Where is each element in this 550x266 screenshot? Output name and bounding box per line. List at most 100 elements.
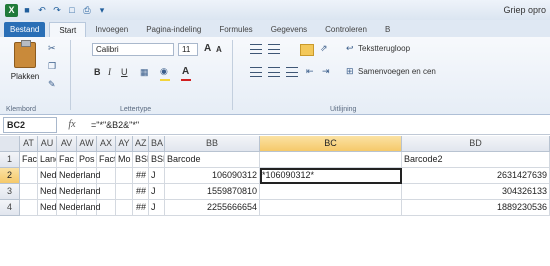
font-color-button[interactable]: A: [182, 66, 189, 77]
active-cell[interactable]: *106090312*: [260, 168, 402, 184]
cell[interactable]: Fac: [57, 152, 77, 168]
cell[interactable]: BSN: [149, 152, 165, 168]
borders-icon[interactable]: ▦: [140, 67, 149, 78]
cell[interactable]: J: [149, 184, 165, 200]
cell[interactable]: Ned: [38, 168, 57, 184]
cell[interactable]: ##: [133, 200, 149, 216]
row-header[interactable]: 3: [0, 184, 20, 200]
cell[interactable]: Ned: [38, 200, 57, 216]
align-right-icon[interactable]: [286, 67, 298, 77]
column-header-av[interactable]: AV: [57, 136, 77, 152]
cell[interactable]: [116, 168, 133, 184]
column-header-bb[interactable]: BB: [165, 136, 260, 152]
print-icon[interactable]: ⎙: [81, 4, 93, 16]
cell[interactable]: [260, 200, 402, 216]
tab-page-layout[interactable]: Pagina-indeling: [137, 22, 210, 37]
cell[interactable]: Fact: [97, 152, 116, 168]
row-header[interactable]: 2: [0, 168, 20, 184]
cell[interactable]: 2255666654: [165, 200, 260, 216]
save-icon[interactable]: ■: [21, 4, 33, 16]
orientation-icon[interactable]: ⇗: [320, 43, 328, 54]
shrink-font-button[interactable]: A: [216, 45, 222, 54]
column-header-ax[interactable]: AX: [97, 136, 116, 152]
cell[interactable]: [260, 184, 402, 200]
cell[interactable]: Lanc: [38, 152, 57, 168]
cut-icon[interactable]: ✂: [48, 43, 56, 54]
cell[interactable]: [20, 184, 38, 200]
empty-area: [0, 216, 550, 266]
cell[interactable]: Pos: [77, 152, 97, 168]
column-header-ba[interactable]: BA: [149, 136, 165, 152]
tab-data[interactable]: Gegevens: [262, 22, 316, 37]
align-top-icon[interactable]: [250, 44, 262, 54]
cell[interactable]: [20, 168, 38, 184]
decrease-indent-icon[interactable]: ⇤: [306, 66, 314, 77]
font-name-select[interactable]: Calibri: [92, 43, 174, 56]
column-header-at[interactable]: AT: [20, 136, 38, 152]
align-center-icon[interactable]: [268, 67, 280, 77]
cell[interactable]: 2631427639: [402, 168, 550, 184]
column-header-bd[interactable]: BD: [402, 136, 550, 152]
tab-formulas[interactable]: Formules: [210, 22, 261, 37]
cell[interactable]: J: [149, 168, 165, 184]
redo-icon[interactable]: ↷: [51, 4, 63, 16]
align-left-icon[interactable]: [250, 67, 262, 77]
customize-icon[interactable]: ▾: [96, 4, 108, 16]
row-header[interactable]: 4: [0, 200, 20, 216]
underline-button[interactable]: U: [121, 67, 128, 77]
align-middle-icon[interactable]: [268, 44, 280, 54]
font-color-swatch: [181, 79, 191, 81]
tab-insert[interactable]: Invoegen: [86, 22, 137, 37]
paste-button[interactable]: Plakken: [6, 40, 44, 81]
cell[interactable]: Barcode2: [402, 152, 550, 168]
name-box[interactable]: BC2: [3, 116, 57, 133]
grow-font-button[interactable]: A: [204, 43, 211, 54]
cell[interactable]: 106090312: [165, 168, 260, 184]
select-all-corner[interactable]: [0, 136, 20, 152]
merge-center-button[interactable]: Samenvoegen en cen: [358, 67, 436, 76]
excel-logo-icon[interactable]: X: [5, 3, 18, 17]
cell[interactable]: Ned: [38, 184, 57, 200]
new-icon[interactable]: □: [66, 4, 78, 16]
cell[interactable]: 1559870810: [165, 184, 260, 200]
cell[interactable]: Fac: [20, 152, 38, 168]
column-header-au[interactable]: AU: [38, 136, 57, 152]
column-header-ay[interactable]: AY: [116, 136, 133, 152]
copy-icon[interactable]: ❐: [48, 61, 56, 72]
fill-color-icon[interactable]: ◉: [160, 66, 168, 77]
column-header-aw[interactable]: AW: [77, 136, 97, 152]
row-header[interactable]: 1: [0, 152, 20, 168]
tab-home[interactable]: Start: [49, 22, 87, 37]
cell[interactable]: ##: [133, 184, 149, 200]
fx-icon[interactable]: fx: [57, 119, 87, 130]
cell[interactable]: 304326133: [402, 184, 550, 200]
cell[interactable]: 1889230536: [402, 200, 550, 216]
cell[interactable]: [20, 200, 38, 216]
tab-file[interactable]: Bestand: [4, 22, 46, 37]
cell[interactable]: Nederland: [57, 184, 101, 200]
bold-button[interactable]: B: [94, 67, 101, 77]
tab-review[interactable]: Controleren: [316, 22, 376, 37]
cell[interactable]: Mo: [116, 152, 133, 168]
format-painter-icon[interactable]: ✎: [48, 79, 56, 90]
cell[interactable]: Nederland: [57, 168, 101, 184]
italic-button[interactable]: I: [108, 67, 111, 77]
cell[interactable]: [116, 184, 133, 200]
cell[interactable]: Barcode: [165, 152, 260, 168]
font-size-select[interactable]: 11: [178, 43, 198, 56]
cell[interactable]: BSN: [133, 152, 149, 168]
increase-indent-icon[interactable]: ⇥: [322, 66, 330, 77]
cell[interactable]: J: [149, 200, 165, 216]
column-header-az[interactable]: AZ: [133, 136, 149, 152]
cell[interactable]: [260, 152, 402, 168]
align-bottom-icon[interactable]: [300, 44, 314, 56]
cell[interactable]: Nederland: [57, 200, 101, 216]
formula-input[interactable]: ="*"&B2&"*": [87, 120, 139, 130]
column-header-bc[interactable]: BC: [260, 136, 402, 152]
cell[interactable]: ##: [133, 168, 149, 184]
undo-icon[interactable]: ↶: [36, 4, 48, 16]
cell[interactable]: [116, 200, 133, 216]
table-row: 1 Fac Lanc Fac Pos Fact Mo BSN BSN Barco…: [0, 152, 550, 168]
wrap-text-button[interactable]: Tekstterugloop: [358, 44, 410, 53]
tab-more[interactable]: B: [376, 22, 399, 37]
